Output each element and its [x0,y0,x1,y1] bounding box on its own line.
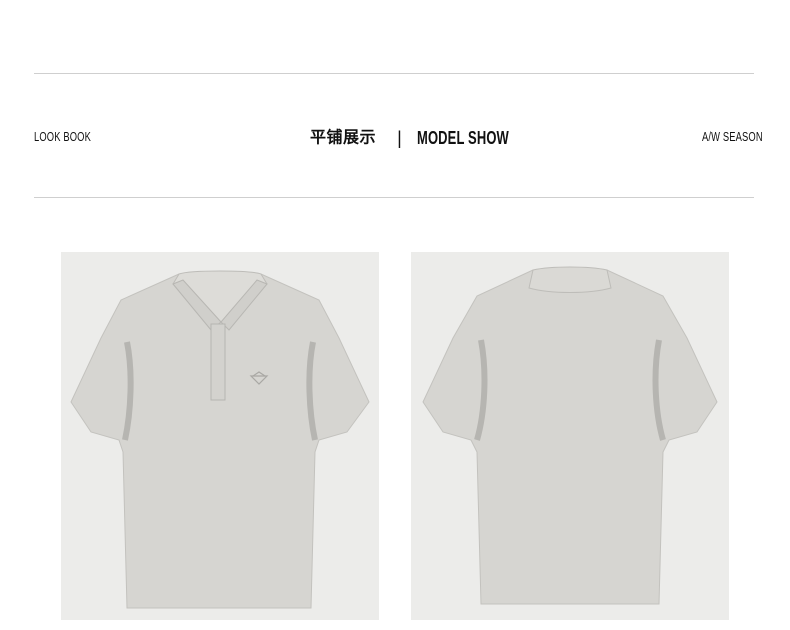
polo-back-illustration [422,266,718,605]
polo-back-image [411,252,729,620]
title-separator: | [397,127,402,148]
season-label: A/W SEASON [702,129,763,144]
polo-front-illustration [70,270,370,609]
section-title-en: MODEL SHOW [416,127,509,148]
section-title: 平铺展示 | MODEL SHOW [310,126,545,148]
look-book-label: LOOK BOOK [34,129,91,144]
top-divider [34,73,754,74]
bottom-divider [34,197,754,198]
section-title-cn: 平铺展示 [310,127,377,147]
polo-front-image [61,252,379,620]
